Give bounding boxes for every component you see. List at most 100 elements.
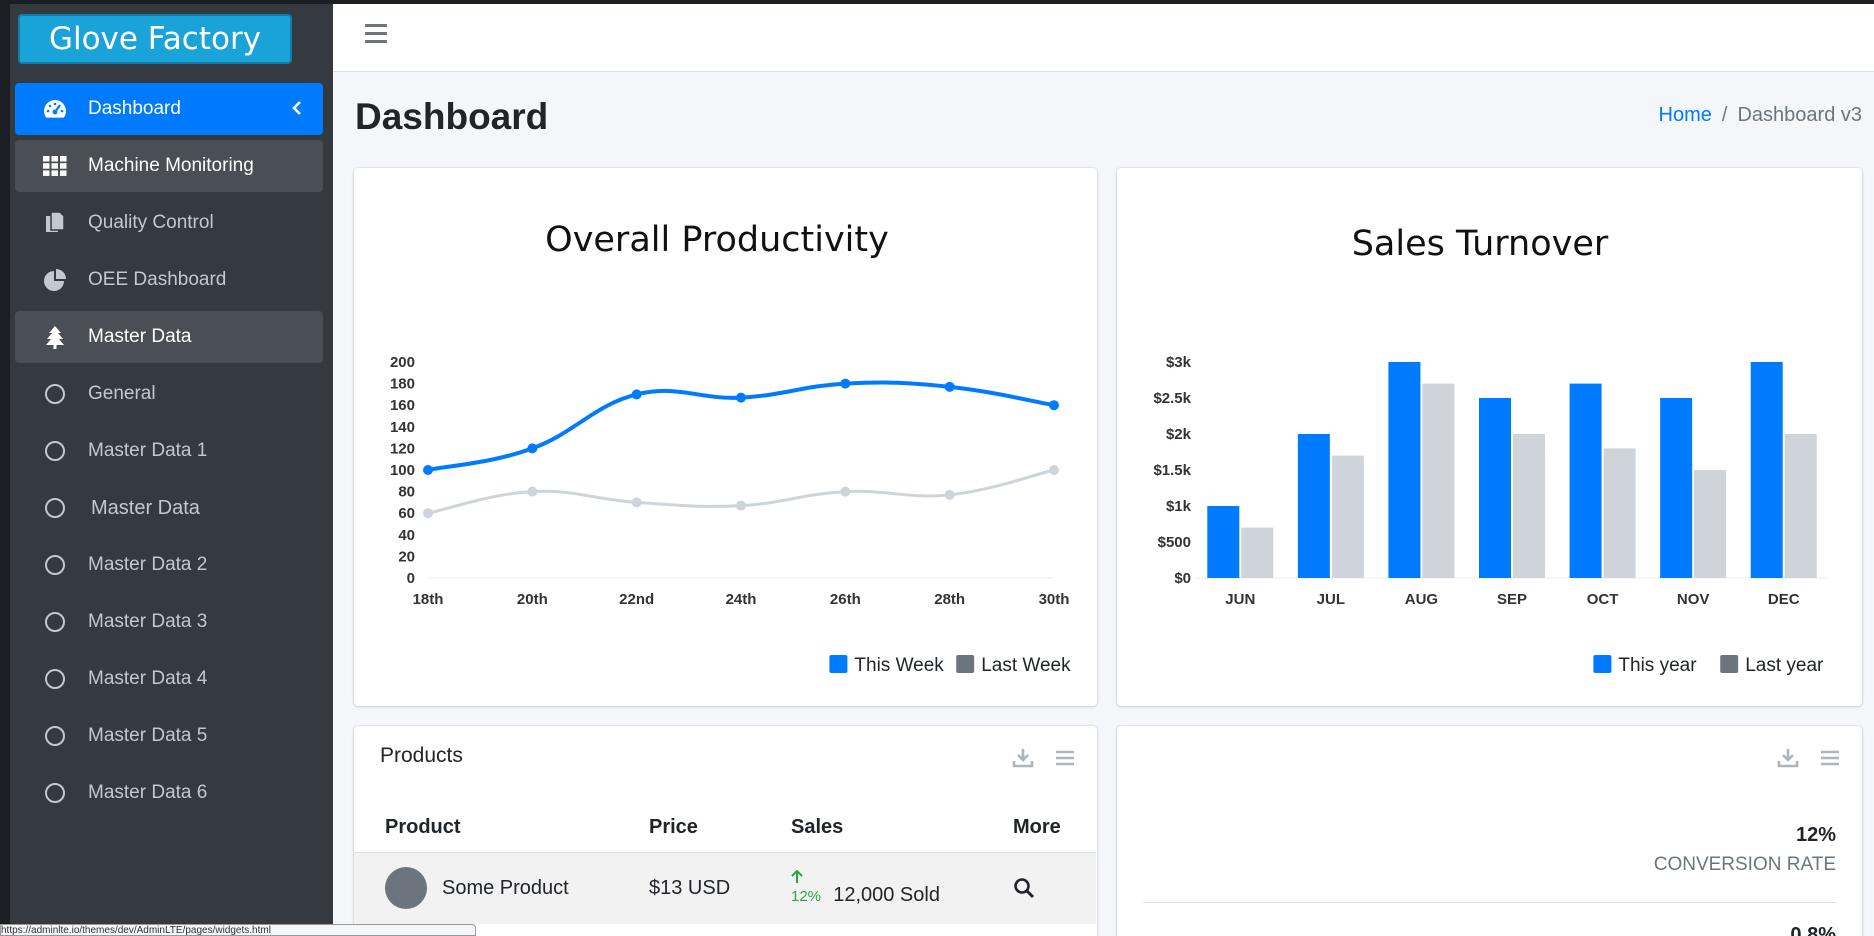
y-tick-label: 160 [390,397,415,414]
circle-icon [40,726,70,746]
sidebar-item-master-data-6[interactable]: Master Data 6 [15,767,323,819]
y-tick-label: $1.5k [1153,462,1191,479]
data-point [736,392,746,403]
bar-this-year [1388,362,1421,578]
y-tick-label: 200 [390,354,415,371]
download-icon[interactable] [1776,746,1800,770]
bar-this-year [1750,362,1783,578]
sidebar-item-master-data-2[interactable]: Master Data 2 [15,539,323,591]
kpi-value: 0.8% [1790,924,1836,936]
sidebar-item-machine-monitoring[interactable]: Machine Monitoring [15,140,323,192]
sidebar-item-dashboard[interactable]: Dashboard [15,83,323,135]
divider [1143,902,1836,903]
sidebar-item-label: Master Data 4 [88,668,208,689]
data-point [423,465,433,475]
sidebar-item-oee-dashboard[interactable]: OEE Dashboard [15,254,323,306]
column-header: More [1013,816,1061,839]
legend-swatch [956,655,975,673]
y-tick-label: 40 [398,527,415,544]
data-point [631,497,642,508]
y-tick-label: 120 [390,440,415,457]
menu-bars-icon[interactable] [1818,746,1842,770]
y-tick-label: 100 [390,462,415,479]
search-icon[interactable] [1013,877,1035,899]
legend-label: Last year [1745,655,1824,676]
y-tick-label: $2k [1166,426,1192,443]
top-navbar [333,4,1874,72]
x-tick-label: 30th [1039,591,1070,608]
sales-change: 12% [791,887,822,905]
column-header: Product [385,816,461,839]
y-tick-label: $1k [1166,498,1192,515]
sales-card: Sales Turnover $3k $2.5k $2k $1.5k $1k $500 $0 J… [1117,168,1862,706]
legend-label: This year [1618,655,1697,676]
download-icon[interactable] [1011,746,1035,770]
sidebar-item-general[interactable]: General [15,368,323,420]
products-card: Products Product Price Sales More Some P… [354,726,1097,936]
x-tick-label: SEP [1497,591,1527,608]
bar-last-year [1241,527,1274,578]
sidebar-item-label: Master Data 5 [88,725,208,746]
column-header: Price [649,816,698,839]
pie-chart-icon [40,268,70,292]
chart-title: Overall Productivity [545,220,889,260]
sidebar-item-label: Master Data 6 [88,782,208,803]
bar-this-year [1479,398,1511,578]
card-tools [1011,746,1077,770]
chevron-left-icon [291,96,303,122]
y-tick-label: 80 [398,484,415,501]
sales-cell: 12% 12,000 Sold [760,851,982,924]
sidebar-item-master-data-1[interactable]: Master Data 1 [15,425,323,477]
sidebar: Glove Factory Dashboard Machine Monitori… [10,4,333,936]
products-title: Products [380,744,463,767]
x-tick-label: 18th [413,591,444,608]
circle-icon [40,384,70,404]
bar-last-year [1513,434,1545,578]
circle-icon [40,498,70,518]
bar-last-year [1784,434,1817,578]
hamburger-menu-icon[interactable] [365,24,387,48]
legend-label: Last Week [981,655,1071,676]
bar-last-year [1331,455,1364,578]
product-cell: Some Product [354,851,618,924]
legend-swatch [1720,655,1739,673]
sidebar-item-label: OEE Dashboard [88,269,227,290]
page-title: Dashboard [355,96,549,137]
y-tick-label: $2.5k [1153,390,1191,407]
productivity-card: Overall Productivity 200 180 160 140 120 100 80… [354,168,1097,706]
y-tick-label: $0 [1174,570,1191,587]
sidebar-item-label: Master Data 1 [88,440,208,461]
main-content: Dashboard Home / Dashboard v3 Overall Prod… [333,4,1874,936]
sidebar-item-label: Machine Monitoring [88,155,254,176]
more-cell [982,851,1096,924]
sidebar-item-label: Quality Control [88,212,214,233]
brand-logo[interactable]: Glove Factory [18,14,292,64]
kpi-value: 12% [1795,824,1836,846]
sales-chart: Sales Turnover $3k $2.5k $2k $1.5k $1k $500 $0 J… [1153,224,1829,676]
sidebar-item-quality-control[interactable]: Quality Control [15,197,323,249]
circle-icon [40,669,70,689]
circle-icon [40,555,70,575]
menu-bars-icon[interactable] [1053,746,1077,770]
breadcrumb-home-link[interactable]: Home [1659,104,1712,126]
sidebar-item-master-data-5[interactable]: Master Data 5 [15,710,323,762]
kpi-label: CONVERSION RATE [1653,854,1836,875]
overview-card: 12% CONVERSION RATE 0.8% [1117,726,1862,936]
bar-this-year [1207,506,1240,578]
sidebar-item-master-data[interactable]: Master Data [15,311,323,363]
chart-title: Sales Turnover [1352,224,1609,264]
sidebar-item-master-data-sub[interactable]: Master Data [15,482,323,534]
x-tick-label: 28th [934,591,965,608]
status-bar-url: https://adminlte.io/themes/dev/AdminLTE/… [0,924,476,936]
sidebar-item-label: General [88,383,156,404]
tachometer-icon [40,98,70,120]
tree-icon [40,325,70,349]
sidebar-item-master-data-3[interactable]: Master Data 3 [15,596,323,648]
x-tick-label: JUN [1225,591,1255,608]
data-point [840,378,851,389]
y-tick-label: 60 [398,505,415,522]
data-point [527,443,538,454]
sidebar-item-master-data-4[interactable]: Master Data 4 [15,653,323,705]
x-tick-label: NOV [1677,591,1710,608]
column-header: Sales [791,816,844,839]
